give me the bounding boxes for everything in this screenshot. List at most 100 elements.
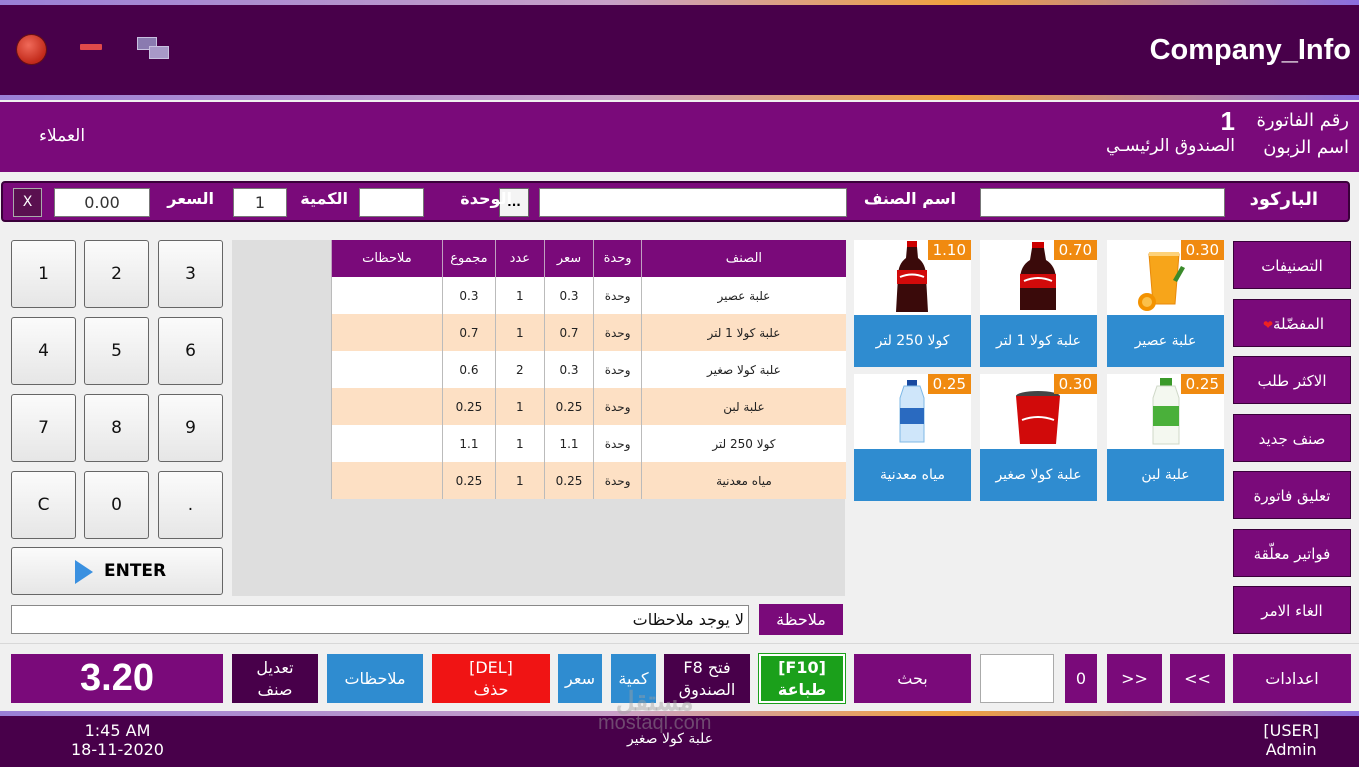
favorites-label: المفضّلة xyxy=(1273,315,1325,333)
price-badge: 0.70 xyxy=(1053,240,1097,260)
clock-date: 18-11-2020 xyxy=(71,740,164,759)
watermark-english: mostaql.com xyxy=(598,712,712,734)
key-decimal[interactable]: . xyxy=(158,471,223,539)
key-0[interactable]: 0 xyxy=(84,471,149,539)
product-tile[interactable]: 1.10 كولا 250 لتر xyxy=(854,240,971,367)
delete-button[interactable]: [DEL] حذف xyxy=(432,654,550,703)
table-row[interactable]: علبة كولا 1 لتر وحدة 0.7 1 0.7 xyxy=(331,314,846,351)
favorites-button[interactable]: المفضّلة❤ xyxy=(1233,299,1351,347)
product-tile[interactable]: 0.25 علبة لبن xyxy=(1107,374,1224,501)
key-9[interactable]: 9 xyxy=(158,394,223,462)
cell-qty: 2 xyxy=(495,351,545,388)
cell-price: 0.7 xyxy=(543,314,594,351)
product-tile[interactable]: 0.25 مياه معدنية xyxy=(854,374,971,501)
column-header-total[interactable]: مجموع xyxy=(441,240,496,277)
cell-qty: 1 xyxy=(495,425,545,462)
cell-price: 0.25 xyxy=(543,462,594,499)
cell-total: 0.3 xyxy=(441,277,496,314)
cell-total: 0.25 xyxy=(441,388,496,425)
user-name: Admin xyxy=(1265,740,1317,759)
edit-item-label-1: تعديل xyxy=(256,658,294,677)
column-header-qty[interactable]: عدد xyxy=(495,240,545,277)
most-ordered-button[interactable]: الاكثر طلب xyxy=(1233,356,1351,404)
minimize-window-button[interactable] xyxy=(80,44,102,50)
categories-button[interactable]: التصنيفات xyxy=(1233,241,1351,289)
unit-label: الوحدة xyxy=(460,189,512,208)
table-row[interactable]: علبة كولا صغير وحدة 0.3 2 0.6 xyxy=(331,351,846,388)
price-button[interactable]: سعر xyxy=(558,654,602,703)
play-arrow-icon xyxy=(75,560,93,584)
table-row[interactable]: كولا 250 لتر وحدة 1.1 1 1.1 xyxy=(331,425,846,462)
cell-unit: وحدة xyxy=(593,388,642,425)
clear-entry-button[interactable]: X xyxy=(13,188,42,217)
customers-button[interactable]: العملاء xyxy=(39,126,85,146)
table-row[interactable]: مياه معدنية وحدة 0.25 1 0.25 xyxy=(331,462,846,499)
open-drawer-label-1: فتح F8 xyxy=(683,658,731,677)
suspend-invoice-button[interactable]: تعليق فاتورة xyxy=(1233,471,1351,519)
barcode-input[interactable] xyxy=(980,188,1225,217)
cell-item: علبة لبن xyxy=(640,388,846,425)
note-input[interactable]: لا يوجد ملاحظات xyxy=(11,605,749,634)
price-badge: 0.30 xyxy=(1053,374,1097,394)
edit-item-button[interactable]: تعديل صنف xyxy=(232,654,318,703)
column-header-price[interactable]: سعر xyxy=(543,240,594,277)
key-4[interactable]: 4 xyxy=(11,317,76,385)
key-1[interactable]: 1 xyxy=(11,240,76,308)
key-5[interactable]: 5 xyxy=(84,317,149,385)
cell-total: 0.6 xyxy=(441,351,496,388)
table-row[interactable]: علبة لبن وحدة 0.25 1 0.25 xyxy=(331,388,846,425)
column-header-notes[interactable]: ملاحظات xyxy=(331,240,443,277)
key-clear[interactable]: C xyxy=(11,471,76,539)
customer-name[interactable]: الصندوق الرئيسـي xyxy=(1106,136,1235,156)
key-7[interactable]: 7 xyxy=(11,394,76,462)
cell-notes xyxy=(331,351,443,388)
table-row[interactable]: علبة عصير وحدة 0.3 1 0.3 xyxy=(331,277,846,314)
quantity-input[interactable]: 1 xyxy=(233,188,287,217)
edit-item-label-2: صنف xyxy=(257,680,293,699)
notes-button[interactable]: ملاحظات xyxy=(327,654,423,703)
cell-unit: وحدة xyxy=(593,425,642,462)
cell-unit: وحدة xyxy=(593,351,642,388)
delete-key-label: [DEL] xyxy=(469,658,513,677)
print-button[interactable]: [F10] طباعة xyxy=(758,653,846,704)
next-page-button[interactable]: >> xyxy=(1170,654,1225,703)
cell-total: 0.7 xyxy=(441,314,496,351)
clock-time: 1:45 AM xyxy=(84,721,151,740)
product-tile[interactable]: 0.70 علبة كولا 1 لتر xyxy=(980,240,1097,367)
cell-item: كولا 250 لتر xyxy=(640,425,846,462)
key-2[interactable]: 2 xyxy=(84,240,149,308)
search-button[interactable]: بحث xyxy=(854,654,971,703)
price-input[interactable]: 0.00 xyxy=(54,188,150,217)
item-entry-bar: الباركود اسم الصنف ... الوحدة الكمية 1 ا… xyxy=(1,181,1350,222)
key-6[interactable]: 6 xyxy=(158,317,223,385)
print-label: طباعة xyxy=(777,680,827,699)
item-name-label: اسم الصنف xyxy=(863,189,956,208)
cell-item: علبة كولا 1 لتر xyxy=(640,314,846,351)
restore-window-button[interactable] xyxy=(137,37,171,61)
column-header-unit[interactable]: وحدة xyxy=(593,240,642,277)
product-tile[interactable]: 0.30 علبة كولا صغير xyxy=(980,374,1097,501)
app-title: Company_Info xyxy=(1149,34,1351,66)
new-item-button[interactable]: صنف جديد xyxy=(1233,414,1351,462)
key-3[interactable]: 3 xyxy=(158,240,223,308)
unit-input[interactable] xyxy=(359,188,424,217)
suspended-invoices-button[interactable]: فواتير معلّقة xyxy=(1233,529,1351,577)
product-tile[interactable]: 0.30 علبة عصير xyxy=(1107,240,1224,367)
cancel-button[interactable]: الغاء الامر xyxy=(1233,586,1351,634)
invoice-number: 1 xyxy=(1220,106,1235,136)
cell-qty: 1 xyxy=(495,388,545,425)
user-info: [USER] Admin xyxy=(1263,721,1319,759)
enter-button[interactable]: ENTER xyxy=(11,547,223,595)
table-header-row: الصنف وحدة سعر عدد مجموع ملاحظات xyxy=(331,240,846,277)
column-header-item[interactable]: الصنف xyxy=(640,240,846,277)
clock: 1:45 AM 18-11-2020 xyxy=(55,721,180,759)
item-name-input[interactable] xyxy=(539,188,847,217)
note-label: ملاحظة xyxy=(759,604,843,635)
key-8[interactable]: 8 xyxy=(84,394,149,462)
previous-page-button[interactable]: << xyxy=(1107,654,1162,703)
settings-button[interactable]: اعدادات xyxy=(1233,654,1351,703)
watermark-arabic: مستقل xyxy=(615,686,694,716)
search-input[interactable] xyxy=(980,654,1054,703)
cell-price: 0.25 xyxy=(543,388,594,425)
close-window-button[interactable] xyxy=(17,35,46,64)
